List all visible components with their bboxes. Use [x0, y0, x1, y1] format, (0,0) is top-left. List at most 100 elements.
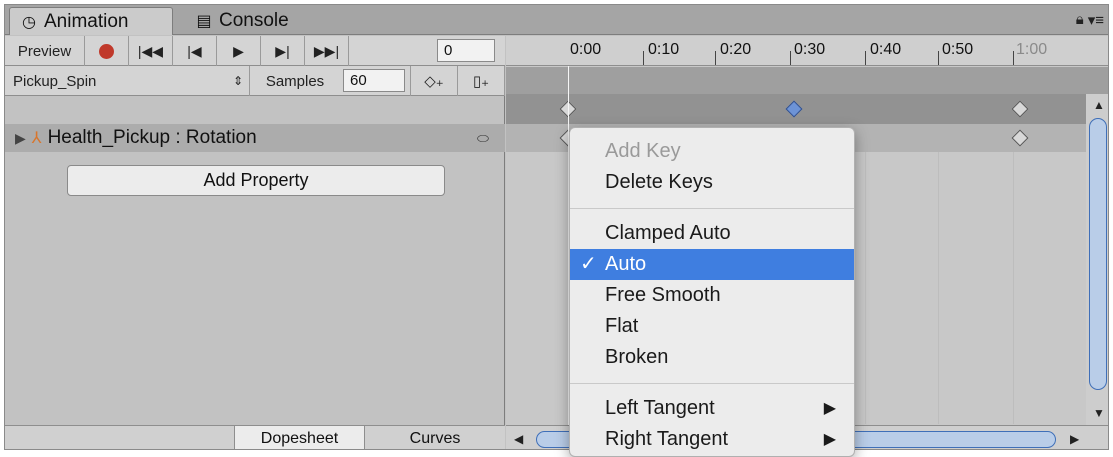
frame-input[interactable]: 0 — [437, 39, 495, 62]
add-property-button[interactable]: Add Property — [67, 165, 445, 196]
add-event-button[interactable]: ▯₊ — [458, 66, 505, 96]
add-keyframe-icon: ◇₊ — [424, 73, 444, 90]
menu-item-label: Clamped Auto — [605, 222, 731, 244]
clip-selector[interactable]: Pickup_Spin ⇕ — [5, 66, 250, 96]
vertical-scroll-thumb[interactable] — [1089, 118, 1107, 390]
skip-to-end-icon: ▶▶| — [313, 42, 340, 59]
curves-label: Curves — [409, 430, 461, 447]
keyframe-diamond[interactable] — [1011, 129, 1029, 147]
preview-button[interactable]: Preview — [5, 36, 85, 66]
menu-item-right-tangent[interactable]: Right Tangent ▶ — [570, 424, 854, 455]
grid-line — [1013, 152, 1014, 424]
menu-item-broken[interactable]: Broken — [570, 342, 854, 373]
add-event-icon: ▯₊ — [472, 73, 490, 90]
samples-input[interactable]: 60 — [343, 69, 405, 92]
preview-label: Preview — [17, 42, 72, 60]
keyframe-diamond[interactable] — [1011, 100, 1029, 118]
menu-item-label: Delete Keys — [605, 171, 713, 193]
scroll-down-icon[interactable]: ▼ — [1093, 406, 1105, 420]
menu-item-label: Broken — [605, 346, 669, 368]
previous-keyframe-button[interactable]: |◀ — [173, 36, 217, 66]
tab-animation-label: Animation — [44, 10, 129, 32]
tab-console-label: Console — [219, 10, 289, 31]
menu-item-label: Right Tangent — [605, 428, 729, 450]
skip-to-start-icon: |◀◀ — [137, 42, 164, 59]
playback-toolbar: Preview |◀◀ |◀ ▶ ▶| ▶▶| 0 — [5, 36, 505, 66]
menu-item-clamped-auto[interactable]: Clamped Auto — [570, 218, 854, 249]
tab-curves[interactable]: Curves — [364, 426, 505, 449]
play-icon: ▶ — [233, 42, 244, 59]
checkmark-icon: ✓ — [580, 253, 597, 275]
keyframe-summary-row[interactable] — [506, 94, 1108, 124]
tick-label: 0:20 — [720, 41, 752, 58]
step-back-icon: |◀ — [187, 42, 202, 59]
last-keyframe-button[interactable]: ▶▶| — [305, 36, 349, 66]
play-button[interactable]: ▶ — [217, 36, 261, 66]
add-property-label: Add Property — [203, 170, 309, 190]
menu-item-label: Free Smooth — [605, 284, 721, 306]
tick-label: 0:40 — [870, 41, 902, 58]
left-pane: Preview |◀◀ |◀ ▶ ▶| ▶▶| 0 Pickup_Spin ⇕ … — [5, 36, 505, 449]
keyframe-diamond-selected[interactable] — [785, 100, 803, 118]
vertical-scrollbar[interactable]: ▲ ▼ — [1086, 94, 1108, 425]
tick-mark — [865, 51, 866, 65]
clip-name: Pickup_Spin — [13, 72, 97, 90]
tick-mark — [790, 51, 791, 65]
samples-label-text: Samples — [265, 72, 325, 90]
grid-line — [865, 152, 866, 424]
property-row[interactable]: ▶ ⅄ Health_Pickup : Rotation ⬭ — [5, 124, 505, 152]
tick-mark — [715, 51, 716, 65]
add-keyframe-button[interactable]: ◇₊ — [410, 66, 458, 96]
first-keyframe-button[interactable]: |◀◀ — [129, 36, 173, 66]
time-ruler[interactable]: 0:00 0:10 0:20 0:30 0:40 0:50 1:00 — [506, 36, 1108, 66]
property-options-icon[interactable]: ⬭ — [477, 130, 489, 147]
menu-item-label: Left Tangent — [605, 397, 715, 419]
clock-icon: ◷ — [22, 13, 36, 31]
tick-label: 0:30 — [794, 41, 826, 58]
tab-animation[interactable]: ◷ Animation — [9, 7, 173, 35]
console-icon: ▤ — [196, 13, 212, 30]
next-keyframe-button[interactable]: ▶| — [261, 36, 305, 66]
scroll-left-icon[interactable]: ◀ — [514, 432, 523, 446]
menu-item-label: Flat — [605, 315, 639, 337]
dopesheet-label: Dopesheet — [260, 430, 339, 447]
transform-axis-icon: ⅄ — [31, 130, 42, 147]
menu-separator — [570, 383, 854, 384]
grid-line — [938, 152, 939, 424]
menu-item-add-key[interactable]: Add Key — [570, 136, 854, 167]
view-mode-tabs: Dopesheet Curves — [5, 425, 505, 449]
tab-bar: ◷ Animation ▤ Console 🔒︎ ▾≡ — [5, 5, 1108, 35]
submenu-arrow-icon: ▶ — [823, 400, 836, 417]
tick-label: 0:10 — [648, 41, 680, 58]
tick-mark — [1013, 51, 1014, 65]
tab-dopesheet[interactable]: Dopesheet — [234, 426, 364, 449]
record-icon — [99, 43, 114, 59]
menu-item-flat[interactable]: Flat — [570, 311, 854, 342]
property-label: Health_Pickup : Rotation — [47, 127, 257, 148]
keyframe-context-menu: Add Key Delete Keys Clamped Auto ✓ Auto … — [569, 127, 855, 457]
menu-item-label: Auto — [605, 253, 647, 275]
samples-label: Samples — [250, 66, 340, 96]
menu-item-free-smooth[interactable]: Free Smooth — [570, 280, 854, 311]
menu-item-label: Add Key — [605, 140, 681, 162]
menu-icon[interactable]: ▾≡ — [1088, 11, 1104, 29]
clip-toolbar: Pickup_Spin ⇕ Samples 60 ◇₊ ▯₊ — [5, 66, 505, 96]
tick-label: 1:00 — [1016, 41, 1048, 58]
scroll-up-icon[interactable]: ▲ — [1093, 98, 1105, 112]
dropdown-arrows-icon: ⇕ — [232, 74, 243, 88]
menu-item-left-tangent[interactable]: Left Tangent ▶ — [570, 393, 854, 424]
animation-window: ◷ Animation ▤ Console 🔒︎ ▾≡ Preview |◀◀ … — [4, 4, 1109, 450]
tick-mark — [938, 51, 939, 65]
lock-icon[interactable]: 🔒︎ — [1076, 11, 1084, 29]
expand-arrow-icon[interactable]: ▶ — [15, 130, 26, 147]
menu-item-delete-keys[interactable]: Delete Keys — [570, 167, 854, 198]
record-button[interactable] — [85, 36, 129, 66]
tab-console[interactable]: ▤ Console — [185, 7, 325, 35]
scroll-right-icon[interactable]: ▶ — [1070, 432, 1079, 446]
menu-separator — [570, 208, 854, 209]
summary-band — [506, 67, 1108, 94]
step-forward-icon: ▶| — [275, 42, 290, 59]
menu-item-auto[interactable]: ✓ Auto — [570, 249, 854, 280]
window-controls: 🔒︎ ▾≡ — [1076, 11, 1104, 29]
tick-label: 0:00 — [570, 41, 602, 58]
